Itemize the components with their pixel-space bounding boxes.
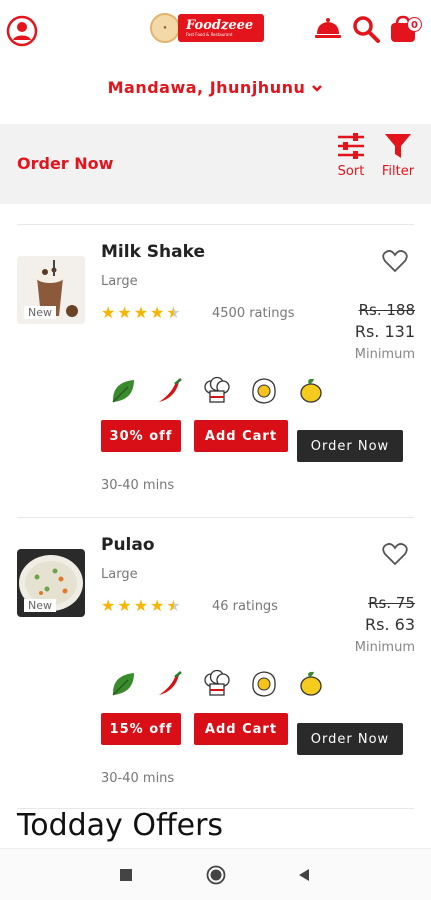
- ingredient-icons: [108, 669, 326, 699]
- star-icon: ★: [150, 303, 165, 322]
- original-price: Rs. 188: [358, 301, 415, 319]
- recent-apps-button[interactable]: [118, 867, 134, 887]
- delivery-time: 30-40 mins: [101, 478, 175, 493]
- food-card[interactable]: New Pulao Large ★ ★ ★ ★ ★ 46 ratings Rs.…: [0, 517, 431, 807]
- delivery-time: 30-40 mins: [101, 771, 175, 786]
- ingredient-icons: [108, 376, 326, 406]
- discount-button[interactable]: 30% off: [101, 420, 181, 452]
- add-cart-button[interactable]: Add Cart: [194, 713, 288, 745]
- add-cart-button[interactable]: Add Cart: [194, 420, 288, 452]
- toolbar-title: Order Now: [17, 154, 114, 173]
- chef-hat-icon: [204, 669, 230, 696]
- sort-icon: [338, 133, 364, 159]
- discounted-price: Rs. 131: [354, 322, 415, 341]
- egg-icon: [252, 378, 276, 404]
- chili-icon: [159, 671, 182, 695]
- item-size: Large: [101, 567, 138, 582]
- logo-emblem: ★: [150, 13, 180, 43]
- system-nav-bar: [0, 848, 431, 900]
- star-rating: ★ ★ ★ ★ ★: [101, 598, 181, 614]
- lemon-icon: [300, 671, 322, 696]
- cart-count-badge: 0: [407, 17, 422, 32]
- item-name: Milk Shake: [101, 242, 205, 262]
- price-minimum-label: Minimum: [354, 640, 415, 655]
- filter-button[interactable]: Filter: [375, 132, 421, 179]
- original-price: Rs. 75: [368, 594, 415, 612]
- item-size: Large: [101, 274, 138, 289]
- sort-button[interactable]: Sort: [328, 132, 374, 179]
- chevron-down-icon: [311, 78, 323, 97]
- filter-label: Filter: [381, 164, 415, 179]
- star-icon: ★: [117, 303, 132, 322]
- app-logo[interactable]: ★ Foodzeee Fast Food & Restaurant: [150, 12, 266, 44]
- top-bar: ★ Foodzeee Fast Food & Restaurant 0: [0, 0, 431, 60]
- chili-icon: [159, 378, 182, 402]
- star-icon: ★: [117, 596, 132, 615]
- leaf-icon: [112, 380, 134, 403]
- star-icon: ★: [101, 303, 116, 322]
- home-button[interactable]: [206, 865, 226, 889]
- logo-badge: Foodzeee Fast Food & Restaurant: [178, 14, 264, 42]
- star-icon: ★: [133, 303, 149, 322]
- price-minimum-label: Minimum: [354, 347, 415, 362]
- location-selector[interactable]: Mandawa, Jhunjhunu: [0, 78, 431, 97]
- order-toolbar: Order Now Sort Filter: [0, 124, 431, 204]
- cart-icon[interactable]: 0: [388, 14, 422, 44]
- new-badge: New: [24, 599, 56, 612]
- half-star-icon: ★: [166, 303, 181, 322]
- order-now-button[interactable]: Order Now: [297, 430, 403, 462]
- location-label: Mandawa, Jhunjhunu: [107, 78, 306, 97]
- user-icon[interactable]: [6, 15, 38, 47]
- order-now-button[interactable]: Order Now: [297, 723, 403, 755]
- logo-text: Foodzeee: [186, 17, 254, 33]
- half-star-icon: ★: [166, 596, 181, 615]
- ratings-count: 46 ratings: [212, 599, 278, 614]
- search-icon[interactable]: [351, 14, 381, 44]
- food-image[interactable]: New: [17, 256, 85, 324]
- star-rating: ★ ★ ★ ★ ★: [101, 305, 181, 321]
- star-icon: ★: [150, 596, 165, 615]
- ratings-count: 4500 ratings: [212, 306, 295, 321]
- new-badge: New: [24, 306, 56, 319]
- discounted-price: Rs. 63: [365, 615, 415, 634]
- egg-icon: [252, 671, 276, 697]
- chef-hat-icon: [204, 376, 230, 403]
- sort-label: Sort: [337, 164, 365, 179]
- heart-icon[interactable]: [382, 249, 408, 277]
- heart-icon[interactable]: [382, 542, 408, 570]
- filter-icon: [385, 134, 411, 158]
- leaf-icon: [112, 673, 134, 696]
- food-card[interactable]: New Milk Shake Large ★ ★ ★ ★ ★ 4500 rati…: [0, 224, 431, 514]
- discount-button[interactable]: 15% off: [101, 713, 181, 745]
- offers-section-title: Todday Offers: [17, 808, 224, 843]
- item-name: Pulao: [101, 535, 155, 555]
- lemon-icon: [300, 378, 322, 403]
- food-image[interactable]: New: [17, 549, 85, 617]
- star-icon: ★: [133, 596, 149, 615]
- logo-subtitle: Fast Food & Restaurant: [186, 31, 233, 37]
- star-icon: ★: [101, 596, 116, 615]
- back-button[interactable]: [296, 867, 312, 887]
- bell-icon[interactable]: [313, 14, 343, 44]
